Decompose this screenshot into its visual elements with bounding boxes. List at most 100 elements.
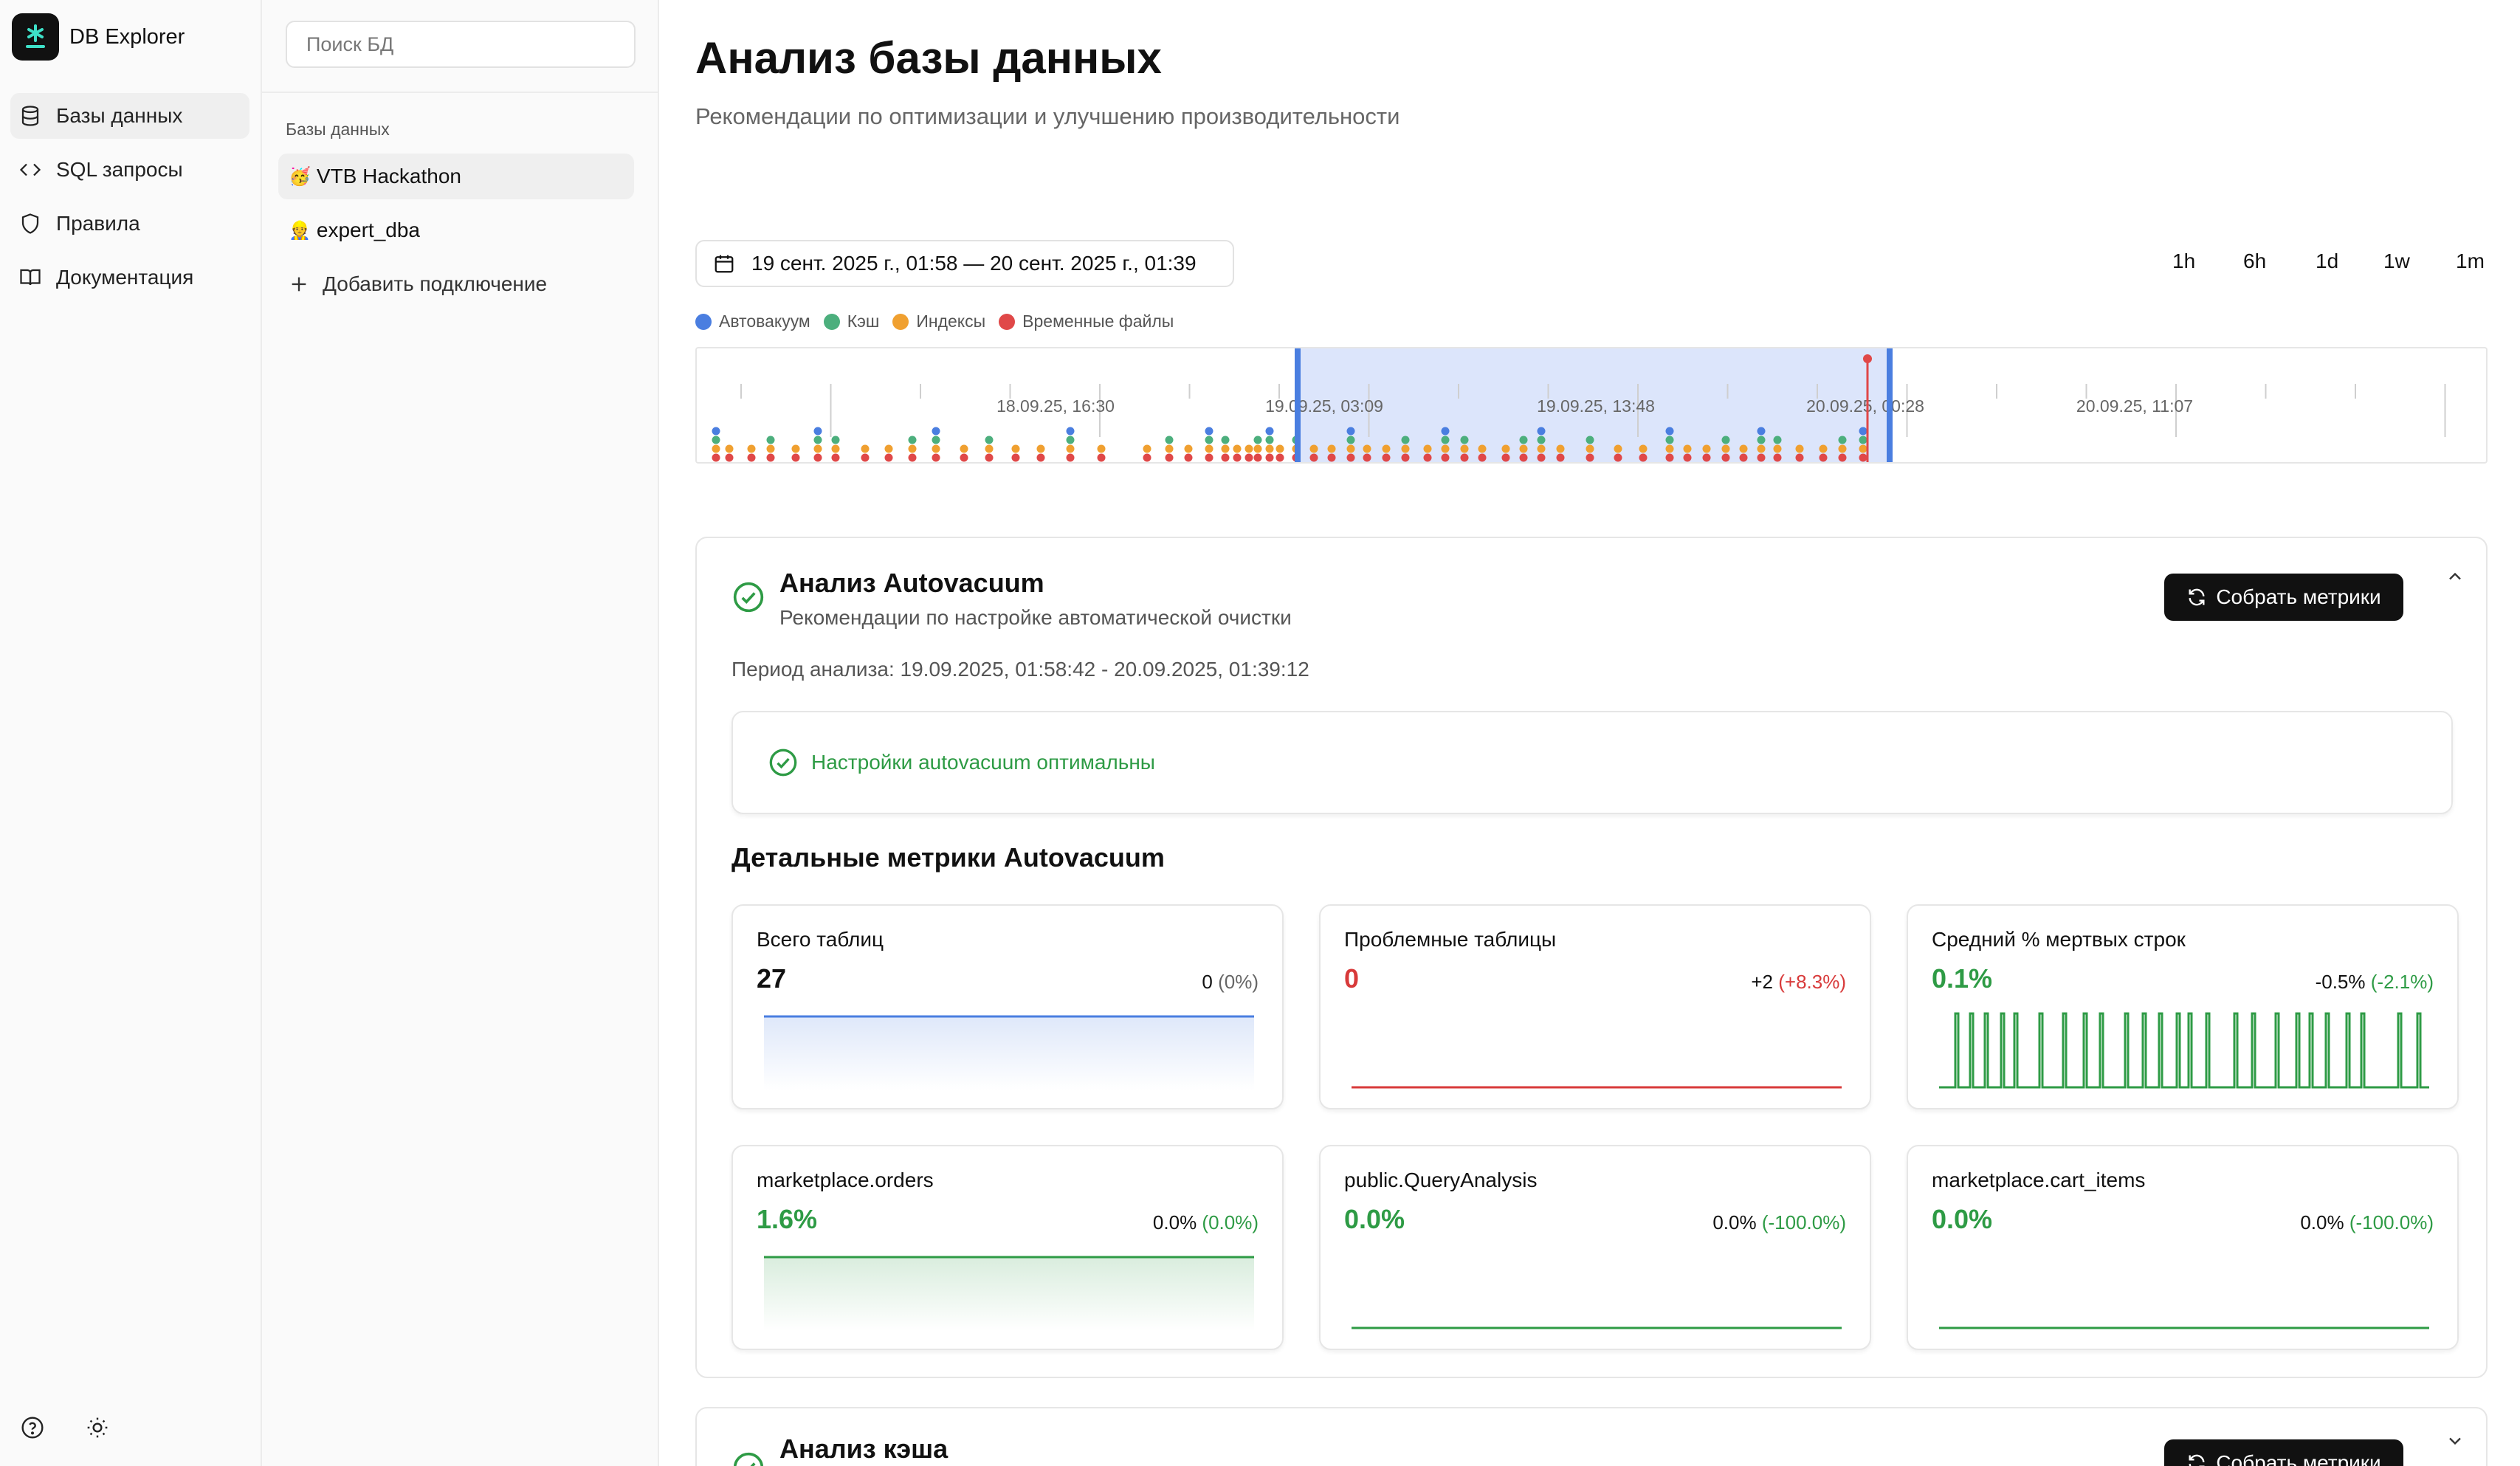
timeline-event-dot[interactable]	[1739, 444, 1748, 453]
timeline-event-dot[interactable]	[1683, 453, 1692, 462]
timeline-event-dot[interactable]	[1205, 427, 1213, 436]
timeline-event-dot[interactable]	[1665, 444, 1674, 453]
timeline-event-dot[interactable]	[1253, 453, 1262, 462]
timeline-event-dot[interactable]	[1346, 436, 1355, 444]
timeline-event-dot[interactable]	[1401, 453, 1410, 462]
timeline-event-dot[interactable]	[932, 436, 940, 444]
nav-item-databases[interactable]: Базы данных	[10, 93, 249, 139]
timeline-event-dot[interactable]	[1665, 427, 1674, 436]
range-1w-button[interactable]: 1w	[2383, 250, 2410, 273]
collect-metrics-button[interactable]: Собрать метрики	[2164, 574, 2403, 621]
timeline-event-dot[interactable]	[813, 427, 822, 436]
timeline-event-dot[interactable]	[1423, 453, 1432, 462]
timeline-event-dot[interactable]	[1309, 444, 1318, 453]
timeline-event-dot[interactable]	[1501, 444, 1510, 453]
timeline-event-dot[interactable]	[1382, 444, 1391, 453]
timeline-event-dot[interactable]	[1537, 427, 1546, 436]
timeline-event-dot[interactable]	[1066, 427, 1075, 436]
timeline-event-dot[interactable]	[1460, 436, 1469, 444]
timeline-event-dot[interactable]	[985, 436, 994, 444]
timeline-event-dot[interactable]	[1460, 444, 1469, 453]
timeline-event-dot[interactable]	[1265, 427, 1274, 436]
timeline-event-dot[interactable]	[831, 444, 840, 453]
date-range-picker[interactable]: 19 сент. 2025 г., 01:58 — 20 сент. 2025 …	[695, 240, 1234, 287]
timeline-event-dot[interactable]	[1537, 453, 1546, 462]
nav-item-sql[interactable]: SQL запросы	[10, 147, 249, 193]
timeline-event-dot[interactable]	[1721, 453, 1730, 462]
timeline-event-dot[interactable]	[861, 453, 870, 462]
timeline-event-dot[interactable]	[1665, 453, 1674, 462]
timeline-event-dot[interactable]	[813, 453, 822, 462]
chevron-up-icon[interactable]	[2445, 566, 2465, 587]
timeline-event-dot[interactable]	[1066, 444, 1075, 453]
timeline-event-dot[interactable]	[1519, 444, 1528, 453]
timeline-event-dot[interactable]	[1184, 453, 1193, 462]
timeline-event-dot[interactable]	[1233, 453, 1242, 462]
timeline-event-dot[interactable]	[1702, 453, 1711, 462]
timeline-event-dot[interactable]	[712, 436, 720, 444]
timeline-event-dot[interactable]	[1859, 453, 1867, 462]
timeline-event-dot[interactable]	[1036, 453, 1045, 462]
timeline-event-dot[interactable]	[1757, 444, 1766, 453]
timeline-event-dot[interactable]	[1586, 444, 1594, 453]
timeline-event-dot[interactable]	[1773, 444, 1782, 453]
timeline-event-dot[interactable]	[831, 436, 840, 444]
timeline-event-dot[interactable]	[1838, 444, 1847, 453]
timeline-event-dot[interactable]	[1586, 453, 1594, 462]
selection-handle-right[interactable]	[1887, 348, 1893, 464]
timeline-event-dot[interactable]	[1066, 453, 1075, 462]
range-1m-button[interactable]: 1m	[2456, 250, 2485, 273]
timeline-event-dot[interactable]	[712, 444, 720, 453]
timeline-event-dot[interactable]	[1097, 453, 1106, 462]
timeline-event-dot[interactable]	[1244, 453, 1253, 462]
timeline-event-dot[interactable]	[1859, 427, 1867, 436]
timeline-event-dot[interactable]	[813, 444, 822, 453]
timeline-event-dot[interactable]	[1265, 444, 1274, 453]
timeline-event-dot[interactable]	[1205, 453, 1213, 462]
timeline-event-dot[interactable]	[1639, 453, 1648, 462]
timeline-event-dot[interactable]	[1859, 444, 1867, 453]
selection-handle-left[interactable]	[1295, 348, 1301, 464]
timeline-event-dot[interactable]	[1066, 436, 1075, 444]
timeline-event-dot[interactable]	[1011, 453, 1020, 462]
timeline-event-dot[interactable]	[1838, 453, 1847, 462]
timeline-event-dot[interactable]	[1478, 444, 1487, 453]
timeline-event-dot[interactable]	[725, 453, 734, 462]
timeline-event-dot[interactable]	[1097, 444, 1106, 453]
help-button[interactable]	[19, 1414, 46, 1441]
timeline-event-dot[interactable]	[1143, 444, 1151, 453]
timeline-event-dot[interactable]	[985, 444, 994, 453]
timeline-event-dot[interactable]	[1757, 427, 1766, 436]
timeline-event-dot[interactable]	[1265, 436, 1274, 444]
timeline-event-dot[interactable]	[1838, 436, 1847, 444]
timeline-event-dot[interactable]	[1441, 453, 1450, 462]
range-1d-button[interactable]: 1d	[2316, 250, 2338, 273]
timeline-event-dot[interactable]	[1184, 444, 1193, 453]
nav-item-rules[interactable]: Правила	[10, 201, 249, 247]
timeline-event-dot[interactable]	[1819, 453, 1828, 462]
timeline-event-dot[interactable]	[813, 436, 822, 444]
timeline-event-dot[interactable]	[1614, 444, 1622, 453]
timeline-event-dot[interactable]	[1327, 444, 1336, 453]
timeline-event-dot[interactable]	[1702, 444, 1711, 453]
theme-toggle-button[interactable]	[84, 1414, 111, 1441]
timeline-event-dot[interactable]	[1556, 453, 1565, 462]
timeline-event-dot[interactable]	[1757, 453, 1766, 462]
timeline-event-dot[interactable]	[932, 444, 940, 453]
timeline-event-dot[interactable]	[1233, 444, 1242, 453]
timeline-event-dot[interactable]	[712, 427, 720, 436]
timeline-event-dot[interactable]	[960, 453, 968, 462]
timeline-event-dot[interactable]	[1253, 436, 1262, 444]
timeline-event-dot[interactable]	[1614, 453, 1622, 462]
timeline-event-dot[interactable]	[1276, 453, 1284, 462]
brand[interactable]: DB Explorer	[12, 13, 185, 61]
timeline-event-dot[interactable]	[1441, 444, 1450, 453]
collect-metrics-button[interactable]: Собрать метрики	[2164, 1439, 2403, 1466]
timeline-event-dot[interactable]	[1363, 444, 1371, 453]
timeline-event-dot[interactable]	[1795, 444, 1804, 453]
timeline-event-dot[interactable]	[1165, 444, 1174, 453]
timeline-event-dot[interactable]	[960, 444, 968, 453]
timeline-event-dot[interactable]	[1819, 444, 1828, 453]
timeline-event-dot[interactable]	[932, 427, 940, 436]
timeline-event-dot[interactable]	[1205, 444, 1213, 453]
